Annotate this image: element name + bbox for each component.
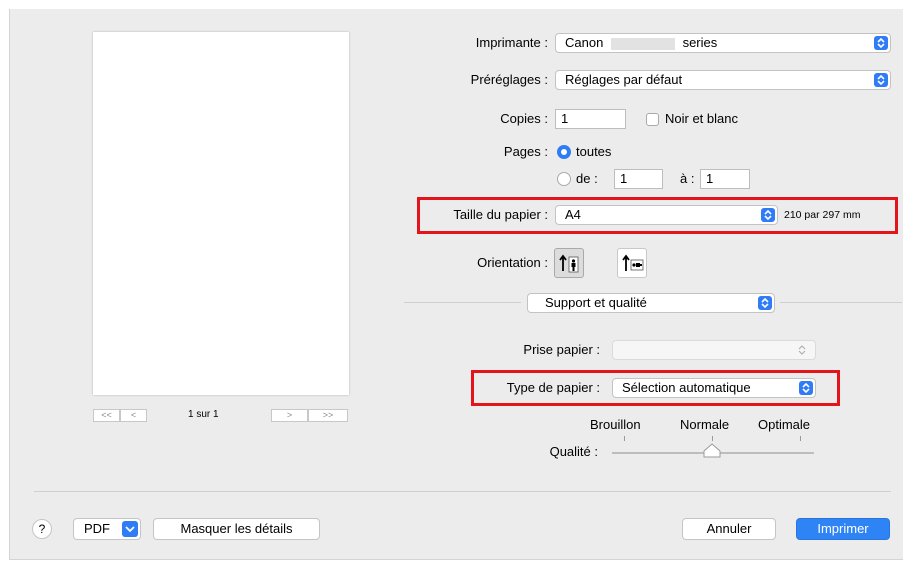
presets-value: Réglages par défaut [565, 72, 683, 87]
pages-range-radio[interactable] [557, 172, 571, 186]
printer-label: Imprimante : [475, 35, 548, 50]
copies-field[interactable]: 1 [555, 109, 626, 129]
paper-source-popup[interactable] [612, 340, 816, 360]
copies-label: Copies : [500, 111, 548, 126]
print-dialog: << < 1 sur 1 > >> Imprimante : Canon ser… [9, 9, 903, 560]
page-preview [93, 32, 349, 395]
section-separator-right [780, 302, 902, 303]
pages-to-field[interactable]: 1 [700, 169, 750, 189]
page-indicator: 1 sur 1 [188, 409, 219, 420]
quality-slider-thumb[interactable] [703, 443, 721, 459]
printer-name-prefix: Canon [565, 35, 604, 50]
quality-slider[interactable] [610, 435, 816, 461]
quality-level-normal: Normale [680, 417, 730, 432]
print-button[interactable]: Imprimer [796, 518, 890, 540]
chevron-updown-icon [874, 73, 888, 87]
presets-label: Préréglages : [470, 72, 548, 87]
quality-level-draft: Brouillon [590, 417, 641, 432]
pdf-label: PDF [84, 521, 110, 536]
paper-size-label: Taille du papier : [453, 207, 548, 222]
paper-size-popup[interactable]: A4 [555, 205, 778, 225]
chevron-updown-icon [799, 381, 813, 395]
black-and-white-label: Noir et blanc [665, 111, 738, 126]
quality-tick-normal [712, 436, 713, 441]
next-page-button[interactable]: > [271, 409, 308, 422]
cancel-button[interactable]: Annuler [682, 518, 776, 540]
pages-label: Pages : [503, 144, 548, 159]
chevron-updown-icon [761, 208, 775, 222]
pdf-menu-button[interactable]: PDF [73, 518, 141, 540]
section-separator-left [404, 302, 521, 303]
paper-source-label: Prise papier : [523, 342, 600, 357]
section-popup[interactable]: Support et qualité [527, 293, 775, 313]
chevron-updown-icon [796, 343, 808, 360]
chevron-down-icon [122, 521, 138, 537]
section-value: Support et qualité [545, 295, 647, 310]
chevron-updown-icon [874, 36, 888, 50]
quality-label: Qualité : [549, 444, 598, 459]
last-page-button[interactable]: >> [308, 409, 348, 422]
black-and-white-checkbox[interactable] [646, 113, 659, 126]
quality-tick-best [800, 436, 801, 441]
landscape-orientation-icon [622, 253, 644, 278]
portrait-orientation-icon [559, 253, 581, 278]
hide-details-button[interactable]: Masquer les détails [153, 518, 320, 540]
printer-popup[interactable]: Canon series [555, 33, 891, 53]
quality-tick-draft [624, 436, 625, 441]
landscape-orientation-button[interactable] [617, 248, 647, 278]
quality-level-best: Optimale [758, 417, 811, 432]
first-page-button[interactable]: << [93, 409, 120, 422]
pages-to-label: à : [680, 171, 695, 186]
help-button[interactable]: ? [32, 519, 52, 539]
pages-all-radio[interactable] [557, 145, 571, 159]
printer-name-redacted [610, 37, 675, 50]
paper-size-dimensions: 210 par 297 mm [784, 209, 861, 221]
pages-from-field[interactable]: 1 [614, 169, 663, 189]
printer-name-suffix: series [682, 35, 718, 50]
footer-separator [34, 491, 891, 492]
chevron-updown-icon [758, 296, 772, 310]
paper-size-value: A4 [565, 207, 581, 222]
presets-popup[interactable]: Réglages par défaut [555, 70, 891, 90]
pages-from-label: de : [576, 171, 598, 186]
pages-all-label: toutes [576, 144, 612, 159]
previous-page-button[interactable]: < [120, 409, 147, 422]
paper-type-value: Sélection automatique [622, 380, 751, 395]
orientation-label: Orientation : [477, 255, 548, 270]
paper-type-label: Type de papier : [506, 380, 600, 395]
portrait-orientation-button[interactable] [554, 248, 584, 278]
paper-type-popup[interactable]: Sélection automatique [612, 378, 816, 398]
